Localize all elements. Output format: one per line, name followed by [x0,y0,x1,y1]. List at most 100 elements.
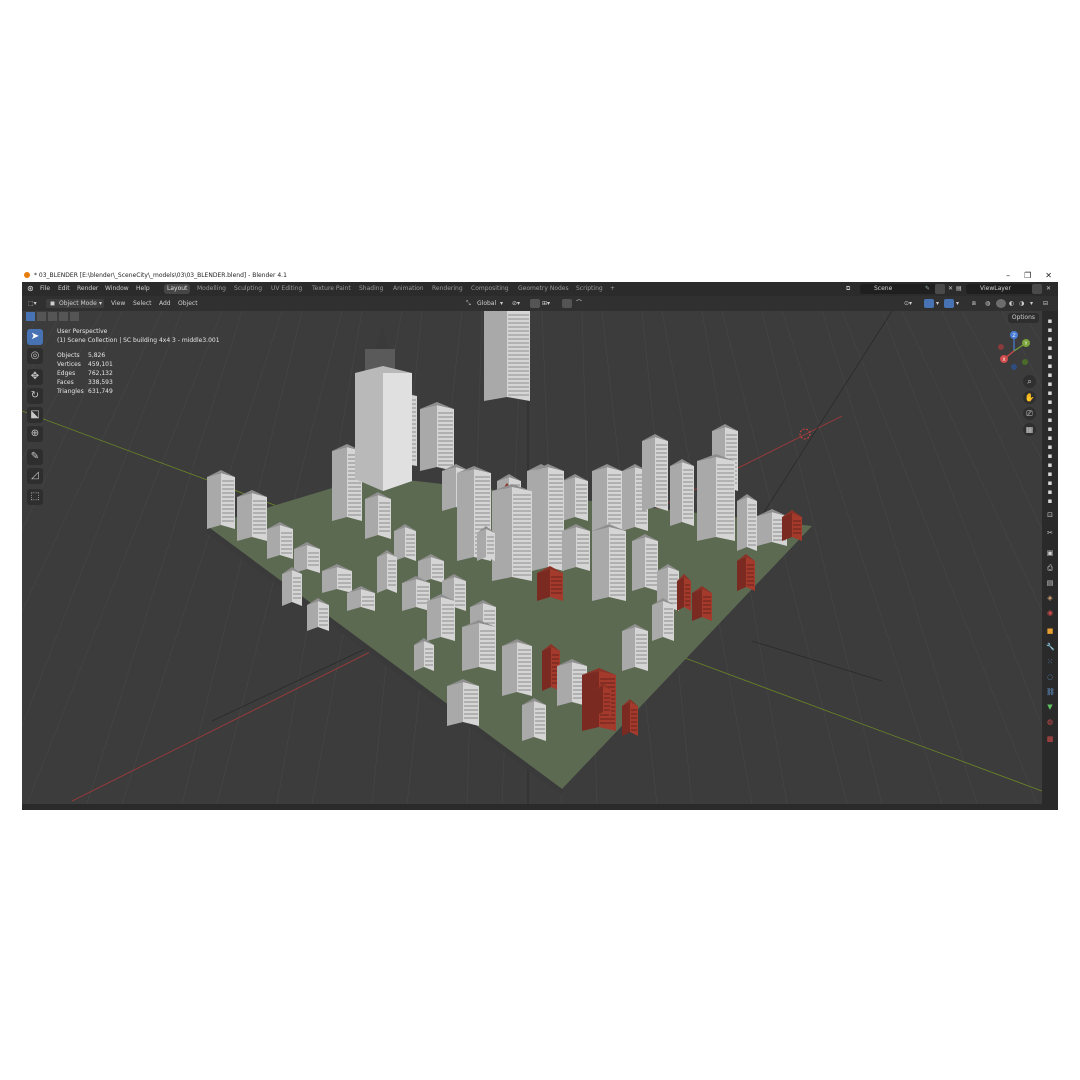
navigation-gizmo[interactable]: Z Y X [992,329,1036,373]
pan-hand-icon[interactable]: ✋ [1023,391,1036,404]
tab-geometry-nodes[interactable]: Geometry Nodes [515,284,572,294]
camera-icon[interactable]: ▪ [1046,434,1054,442]
pin-icon[interactable]: ✎ [925,282,930,296]
material-shading-icon[interactable]: ◐ [1009,296,1014,311]
view-layer-selector[interactable]: ViewLayer [966,284,1042,294]
view-layer-prop-icon[interactable]: ▤ [1046,579,1054,587]
physics-icon[interactable]: ◌ [1046,673,1054,681]
object-icon[interactable]: ■ [1046,627,1054,635]
falloff-icon[interactable]: ⌒ [576,296,582,311]
particles-icon[interactable]: ⁙ [1046,658,1054,666]
tab-texture-paint[interactable]: Texture Paint [309,284,354,294]
delete-view-layer-icon[interactable]: ✕ [1046,282,1051,296]
add-cube-tool[interactable]: ⬚ [27,489,43,505]
camera-icon[interactable]: ▪ [1046,362,1054,370]
rotate-tool[interactable]: ↻ [27,388,43,404]
new-scene-icon[interactable] [935,284,945,294]
modifier-wrench-icon[interactable]: 🔧 [1046,643,1055,651]
tab-layout[interactable]: Layout [164,284,191,294]
menu-view[interactable]: View [111,296,125,311]
transform-tool[interactable]: ⊕ [27,426,43,442]
scale-tool[interactable]: ⬕ [27,407,43,423]
snap-target-icon[interactable]: ⊞▾ [542,296,550,311]
close-button[interactable]: ✕ [1045,269,1052,282]
camera-icon[interactable]: ▪ [1046,407,1054,415]
perspective-grid-icon[interactable]: ▦ [1023,423,1036,436]
camera-icon[interactable]: ▪ [1046,371,1054,379]
sidebar-toggle-icon[interactable]: ⊟ [1043,296,1048,311]
options-button[interactable]: Options [1007,313,1039,323]
rendered-shading-icon[interactable]: ◑ [1019,296,1024,311]
tool-settings-icon[interactable]: ⊡ [1046,511,1054,519]
camera-icon[interactable]: ▪ [1046,488,1054,496]
transform-orientation-icon[interactable]: ⤡ [466,296,471,311]
delete-scene-icon[interactable]: ✕ [948,282,953,296]
chevron-down-icon[interactable]: ▾ [956,296,959,311]
tab-uv-editing[interactable]: UV Editing [268,284,305,294]
menu-select[interactable]: Select [133,296,152,311]
chevron-down-icon[interactable]: ▾ [936,296,939,311]
scene-icon[interactable]: ⧉ [846,282,850,296]
view-layer-icon[interactable]: ▤ [956,282,962,296]
menu-window[interactable]: Window [105,282,129,296]
proportional-edit-icon[interactable] [562,299,572,308]
camera-icon[interactable]: ▪ [1046,425,1054,433]
tab-shading[interactable]: Shading [356,284,386,294]
camera-icon[interactable]: ▪ [1046,470,1054,478]
camera-icon[interactable]: ▪ [1046,353,1054,361]
camera-icon[interactable]: ▪ [1046,461,1054,469]
solid-shading-icon[interactable] [996,299,1006,308]
select-extend-icon[interactable] [37,312,46,321]
world-icon[interactable]: ◉ [1046,609,1054,617]
menu-object[interactable]: Object [178,296,198,311]
menu-render[interactable]: Render [77,282,98,296]
wireframe-shading-icon[interactable]: ◍ [985,296,990,311]
camera-icon[interactable]: ▪ [1046,389,1054,397]
pivot-icon[interactable]: ⊘▾ [512,296,520,311]
editor-type-icon[interactable]: ⬚▾ [28,296,37,311]
camera-icon[interactable]: ▪ [1046,326,1054,334]
menu-edit[interactable]: Edit [58,282,70,296]
minimize-button[interactable]: – [1006,269,1010,282]
overlay-toggle-icon[interactable] [944,299,954,308]
measure-tool[interactable]: ◿ [27,468,43,484]
camera-icon[interactable]: ▪ [1046,398,1054,406]
zoom-icon[interactable]: ⌕ [1023,375,1036,388]
data-icon[interactable]: ▼ [1046,703,1054,711]
menu-help[interactable]: Help [136,282,150,296]
select-new-icon[interactable] [26,312,35,321]
camera-icon[interactable]: ▪ [1046,380,1054,388]
camera-icon[interactable]: ▪ [1046,479,1054,487]
gizmo-toggle-icon[interactable] [924,299,934,308]
move-tool[interactable]: ✥ [27,369,43,385]
tool-icon[interactable]: ✂ [1046,529,1054,537]
orientation-label[interactable]: Global [477,296,496,311]
camera-view-icon[interactable]: ⎚ [1023,407,1036,420]
camera-icon[interactable]: ▪ [1046,497,1054,505]
snap-toggle-icon[interactable] [530,299,540,308]
gizmo-neg-y-ball[interactable] [1022,359,1028,365]
menu-file[interactable]: File [40,282,50,296]
select-invert-icon[interactable] [59,312,68,321]
texture-icon[interactable]: ▩ [1046,735,1054,743]
scene-prop-icon[interactable]: ◈ [1046,594,1054,602]
constraints-icon[interactable]: ⛓ [1046,688,1055,696]
render-icon[interactable]: ▣ [1046,549,1054,557]
tab-compositing[interactable]: Compositing [468,284,512,294]
tab-sculpting[interactable]: Sculpting [231,284,265,294]
3d-viewport[interactable]: ➤ ◎ ✥ ↻ ⬕ ⊕ ✎ ◿ ⬚ User Perspective (1) S… [22,311,1042,804]
camera-icon[interactable]: ▪ [1046,344,1054,352]
camera-icon[interactable]: ▪ [1046,452,1054,460]
output-icon[interactable]: ⎙ [1046,564,1054,572]
tab-rendering[interactable]: Rendering [429,284,466,294]
shading-options-icon[interactable]: ▾ [1030,296,1033,311]
add-workspace-icon[interactable]: + [610,282,615,296]
menu-add[interactable]: Add [159,296,171,311]
camera-icon[interactable]: ▪ [1046,443,1054,451]
material-icon[interactable]: ◍ [1046,718,1054,726]
camera-icon[interactable]: ▪ [1046,416,1054,424]
select-intersect-icon[interactable] [70,312,79,321]
maximize-button[interactable]: ❐ [1024,269,1031,282]
gizmo-neg-z-ball[interactable] [1011,364,1017,370]
camera-icon[interactable]: ▪ [1046,317,1054,325]
